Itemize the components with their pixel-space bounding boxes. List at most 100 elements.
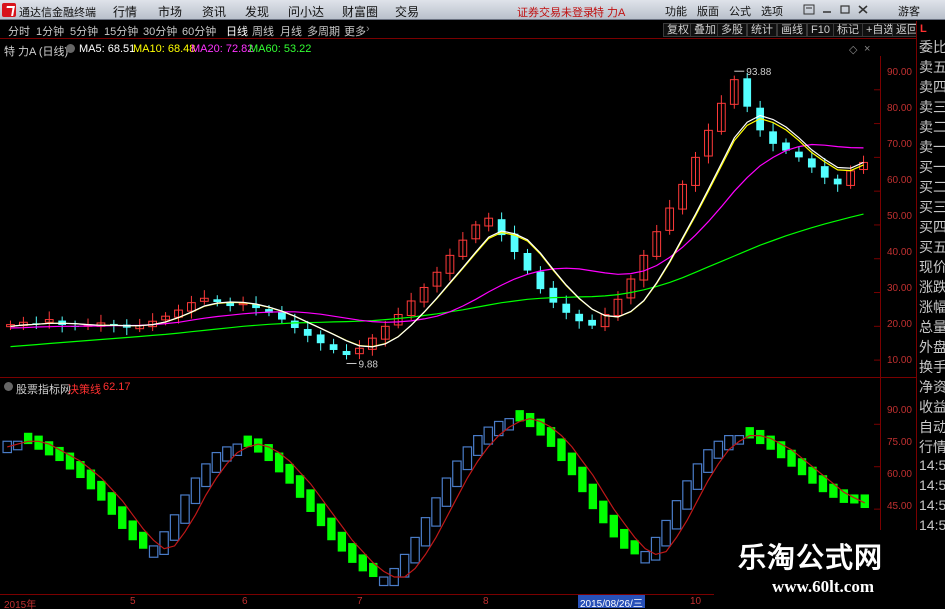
indicator-bar — [316, 503, 326, 527]
period-5min[interactable]: 5分钟 — [70, 23, 98, 39]
price-chart[interactable]: 93.88 9.88 — [0, 56, 880, 377]
period-multi[interactable]: 多周期 — [307, 23, 340, 39]
period-monthly[interactable]: 月线 — [280, 23, 302, 39]
indicator-bar — [588, 483, 598, 510]
sidebar-item[interactable]: 14:5 — [919, 497, 945, 513]
level-badge: L — [920, 23, 927, 35]
sidebar-item[interactable]: 买四 — [919, 217, 945, 237]
sidebar-item[interactable]: 委比 — [919, 37, 945, 57]
watermark-title: 乐淘公式网 — [738, 541, 884, 574]
indicator-bar — [661, 519, 671, 547]
menu-functions[interactable]: 功能 — [665, 3, 687, 19]
indicator-bar — [452, 460, 462, 488]
sidebar-item[interactable]: 涨幅 — [919, 297, 945, 317]
sidebar-item[interactable]: 卖三 — [919, 97, 945, 117]
menu-trade[interactable]: 交易 — [395, 3, 419, 20]
quote-sidebar: L 委比 卖五 卖四 卖三 卖二 卖一 买一 买二 买三 买四 买五 现价 涨跌 涨幅 总量 外盘 换手 净资 收益… — [916, 21, 945, 594]
menu-news[interactable]: 资讯 — [202, 3, 226, 20]
period-daily[interactable]: 日线 — [226, 23, 248, 39]
sidebar-item[interactable]: 换手 — [919, 357, 945, 377]
date-label: 10 — [690, 596, 702, 607]
current-stock-name: 特 力A — [593, 7, 626, 19]
period-1min[interactable]: 1分钟 — [36, 23, 64, 39]
watermark: 乐淘公式网 www.60lt.com — [714, 530, 945, 609]
expand-icon[interactable]: ◇ — [849, 43, 857, 56]
ma-info-line: 特 力A (日线) MA5: 68.51 MA10: 68.48 MA20: 7… — [0, 40, 880, 58]
sidebar-item[interactable]: 自动 — [919, 417, 945, 437]
app-logo-icon — [2, 3, 16, 17]
period-weekly[interactable]: 周线 — [252, 23, 274, 39]
sidebar-item[interactable]: 14:5 — [919, 477, 945, 493]
menu-market-quote[interactable]: 行情 — [113, 3, 137, 20]
sidebar-item[interactable]: 卖一 — [919, 137, 945, 157]
ma20-value: MA20: 72.82 — [191, 43, 254, 55]
candle-body — [536, 271, 545, 290]
minimize-icon[interactable] — [821, 4, 833, 15]
axis-label: 90.00 — [886, 405, 912, 416]
toolbar-multistock-button[interactable]: 多股 — [717, 23, 747, 37]
candle-body — [575, 313, 584, 322]
indicator-bar — [327, 517, 336, 541]
sidebar-item[interactable]: 现价 — [919, 257, 945, 277]
toolbar-stats-button[interactable]: 统计 — [747, 23, 777, 37]
date-label: 2015年 — [4, 600, 37, 609]
indicator-bar — [222, 446, 232, 462]
pane-close-icon[interactable]: × — [864, 43, 870, 55]
sidebar-item[interactable]: 卖五 — [919, 57, 945, 77]
ma10-line — [10, 117, 864, 348]
indicator-bar — [399, 553, 410, 578]
period-more[interactable]: 更多 — [344, 23, 366, 39]
period-intraday[interactable]: 分时 — [8, 23, 30, 39]
trade-login-status[interactable]: 证券交易未登录 — [517, 4, 594, 20]
sidebar-item[interactable]: 外盘 — [919, 337, 945, 357]
maximize-icon[interactable] — [839, 4, 851, 15]
candle-body — [303, 329, 312, 336]
indicator-bar — [232, 443, 243, 457]
candle-body — [743, 78, 752, 107]
sidebar-item[interactable]: 总量 — [919, 317, 945, 337]
axis-label: 70.00 — [886, 139, 912, 150]
toolbar-mark-button[interactable]: 标记 — [833, 23, 863, 37]
settings-icon[interactable] — [803, 4, 815, 15]
sidebar-item[interactable]: 买一 — [919, 157, 945, 177]
indicator-bar — [201, 463, 211, 488]
sidebar-item[interactable]: 卖二 — [919, 117, 945, 137]
period-60min[interactable]: 60分钟 — [182, 23, 216, 39]
period-30min[interactable]: 30分钟 — [143, 23, 177, 39]
chevron-right-icon[interactable]: › — [366, 23, 370, 35]
sidebar-item[interactable]: 买二 — [919, 177, 945, 197]
menu-market[interactable]: 市场 — [158, 3, 182, 20]
menu-wealth[interactable]: 财富圈 — [342, 3, 378, 20]
sidebar-item[interactable]: 涨跌 — [919, 277, 945, 297]
sidebar-item[interactable]: 净资 — [919, 377, 945, 397]
indicator-bar — [703, 449, 713, 473]
toolbar-overlay-button[interactable]: 叠加 — [690, 23, 720, 37]
menu-discover[interactable]: 发现 — [245, 3, 269, 20]
guest-label[interactable]: 游客 — [898, 3, 920, 19]
indicator-bar — [504, 418, 514, 431]
sidebar-item[interactable]: 收益 — [919, 397, 945, 417]
toolbar-adjust-button[interactable]: 复权 — [663, 23, 693, 37]
menu-layout[interactable]: 版面 — [697, 3, 719, 19]
indicator-bar — [295, 475, 305, 498]
indicator-bar — [190, 477, 201, 505]
menu-formula[interactable]: 公式 — [729, 3, 751, 19]
indicator-bar — [557, 438, 566, 462]
sidebar-item[interactable]: 买三 — [919, 197, 945, 217]
indicator-bar — [348, 543, 357, 563]
sidebar-item[interactable]: 14:5 — [919, 457, 945, 473]
close-icon[interactable] — [857, 4, 869, 15]
indicator-bar — [128, 520, 137, 541]
indicator-settings-icon[interactable] — [66, 44, 75, 53]
period-15min[interactable]: 15分钟 — [104, 23, 138, 39]
sidebar-item[interactable]: 买五 — [919, 237, 945, 257]
toolbar-draw-button[interactable]: 画线 — [777, 23, 807, 37]
sidebar-item[interactable]: 卖四 — [919, 77, 945, 97]
indicator-bar — [378, 576, 389, 587]
menu-options[interactable]: 选项 — [761, 3, 783, 19]
indicator-bar — [713, 440, 724, 459]
sidebar-item[interactable]: 行情 — [919, 437, 945, 457]
toolbar-f10-button[interactable]: F10 — [807, 23, 834, 37]
candle-body — [795, 151, 803, 158]
menu-xiaoda[interactable]: 问小达 — [288, 3, 324, 20]
